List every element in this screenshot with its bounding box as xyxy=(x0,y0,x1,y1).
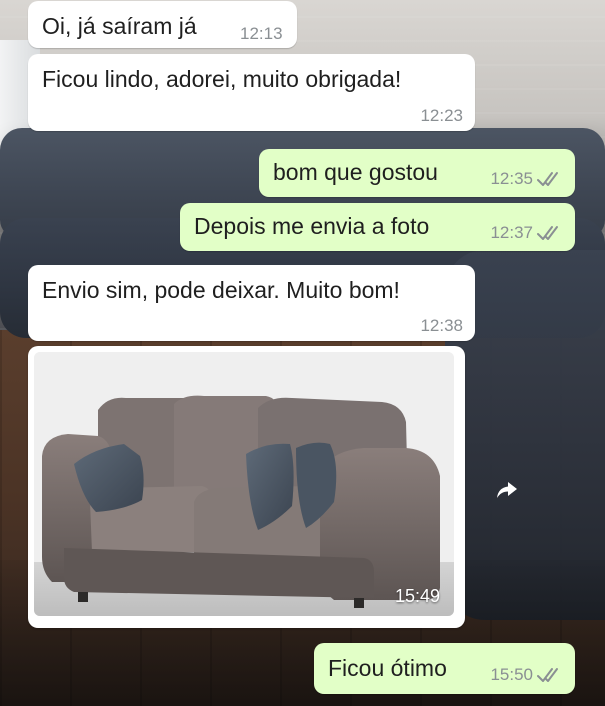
message-bubble-outgoing[interactable]: Depois me envia a foto 12:37 xyxy=(180,203,575,251)
double-check-icon xyxy=(537,668,558,682)
message-bubble-incoming[interactable]: Envio sim, pode deixar. Muito bom! 12:38 xyxy=(28,265,475,341)
message-time: 12:23 xyxy=(420,106,463,125)
message-bubble-incoming[interactable]: Oi, já saíram já 12:13 xyxy=(28,1,297,48)
forward-icon xyxy=(497,482,517,498)
forward-button[interactable] xyxy=(489,472,525,508)
message-bubble-outgoing[interactable]: Ficou ótimo 15:50 xyxy=(314,643,575,694)
image-message[interactable]: 15:49 xyxy=(28,346,465,628)
message-meta: 12:37 xyxy=(490,223,563,243)
message-meta: 15:50 xyxy=(490,665,563,685)
message-time: 12:38 xyxy=(420,316,463,335)
message-text: Depois me envia a foto xyxy=(194,213,430,239)
message-text: Ficou lindo, adorei, muito obrigada! xyxy=(42,66,402,92)
message-time: 12:37 xyxy=(490,223,533,242)
message-meta: 12:35 xyxy=(490,169,563,189)
message-time: 15:50 xyxy=(490,665,533,684)
sofa-illustration xyxy=(34,352,454,616)
sofa-photo[interactable]: 15:49 xyxy=(34,352,454,616)
message-meta: 12:23 xyxy=(420,106,463,126)
message-bubble-incoming[interactable]: Ficou lindo, adorei, muito obrigada! 12:… xyxy=(28,54,475,131)
message-text: Oi, já saíram já xyxy=(42,13,197,39)
message-text: bom que gostou xyxy=(273,159,438,185)
message-time: 12:35 xyxy=(490,169,533,188)
message-meta: 12:38 xyxy=(420,316,463,336)
double-check-icon xyxy=(537,226,558,240)
double-check-icon xyxy=(537,172,558,186)
message-text: Ficou ótimo xyxy=(328,655,447,681)
message-text: Envio sim, pode deixar. Muito bom! xyxy=(42,277,400,303)
message-time: 12:13 xyxy=(240,24,283,43)
message-bubble-outgoing[interactable]: bom que gostou 12:35 xyxy=(259,149,575,197)
message-time: 15:49 xyxy=(394,586,440,606)
message-meta: 12:13 xyxy=(240,24,283,44)
